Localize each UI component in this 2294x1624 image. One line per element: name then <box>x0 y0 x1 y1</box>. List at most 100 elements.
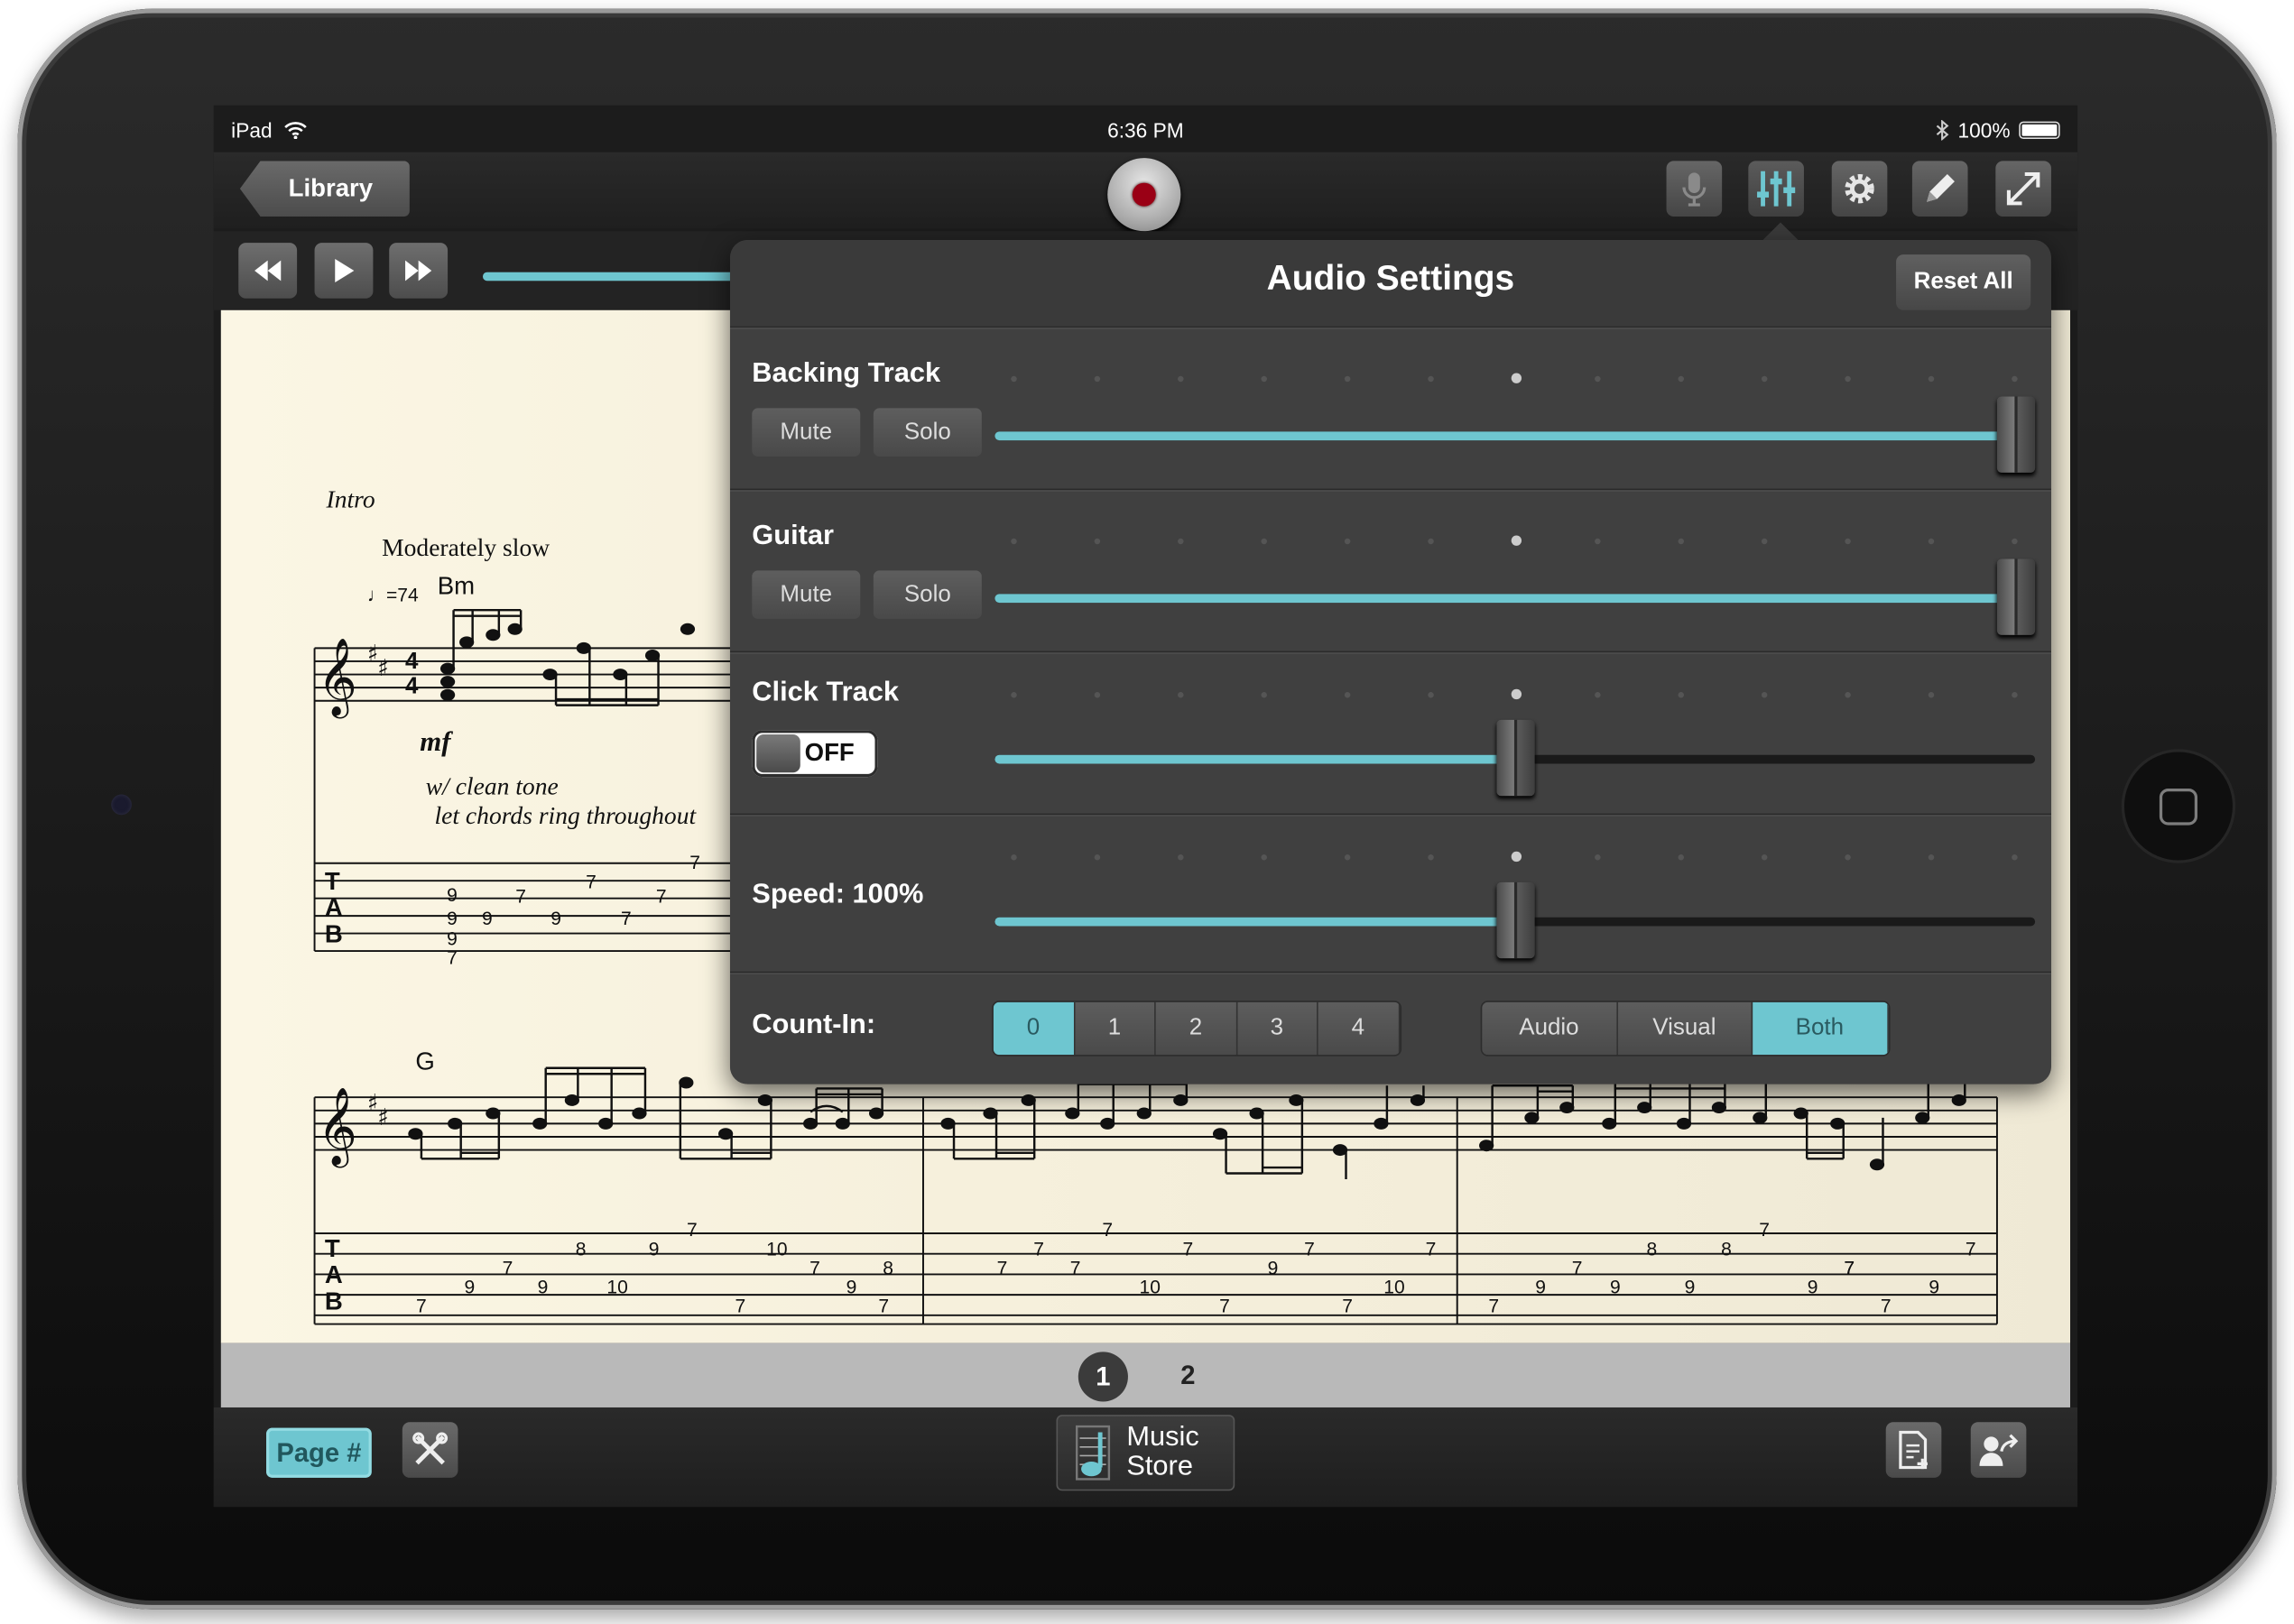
tab-number: 9 <box>465 1277 476 1297</box>
svg-text:𝄞: 𝄞 <box>318 1086 357 1168</box>
level-tick-marks <box>1011 688 2023 701</box>
tab-number: 7 <box>1342 1296 1353 1317</box>
settings-button[interactable] <box>1831 161 1888 217</box>
count-in-mode-selector: Audio Visual Both <box>1482 1001 1889 1056</box>
speed-row: Speed: 100% <box>729 815 2051 973</box>
tab-letter: B <box>325 919 343 947</box>
tab-number: 7 <box>809 1258 820 1278</box>
tab-number: 9 <box>1268 1258 1279 1278</box>
count-in-mode-option-audio[interactable]: Audio <box>1482 1001 1618 1056</box>
page-2-button[interactable]: 2 <box>1180 1361 1195 1391</box>
audio-settings-panel: Audio Settings Reset All Backing Track M… <box>729 239 2051 1084</box>
slider-thumb[interactable] <box>1495 719 1534 797</box>
guitar-solo-button[interactable]: Solo <box>873 570 982 619</box>
tick-dot <box>1928 538 1935 545</box>
backing-solo-button[interactable]: Solo <box>873 408 982 457</box>
count-in-mode-option-visual[interactable]: Visual <box>1617 1001 1753 1056</box>
tick-dot <box>1094 692 1101 698</box>
gear-icon <box>1845 173 1874 204</box>
click-track-toggle[interactable]: OFF <box>752 730 878 778</box>
screen: iPad 6:36 PM 100% Library Intro Moderate… <box>213 105 2078 1508</box>
tick-dot <box>1178 692 1184 698</box>
tick-dot <box>1511 851 1522 863</box>
count-in-option-2[interactable]: 2 <box>1155 1001 1237 1056</box>
tab-number: 7 <box>1488 1296 1499 1317</box>
tab-number: 8 <box>883 1258 893 1278</box>
count-in-option-0[interactable]: 0 <box>993 1001 1075 1056</box>
tab-number: 7 <box>878 1296 889 1317</box>
page-number-button[interactable]: Page # <box>266 1427 372 1478</box>
tab-number: 7 <box>1183 1239 1194 1260</box>
library-button[interactable]: Library <box>239 161 410 217</box>
svg-text:𝄞: 𝄞 <box>318 637 357 719</box>
microphone-icon <box>1682 172 1707 207</box>
tab-number: 10 <box>1140 1277 1161 1297</box>
tick-dot <box>1761 692 1768 698</box>
store-line2: Store <box>1126 1451 1193 1482</box>
tick-dot <box>1845 692 1851 698</box>
slider-thumb[interactable] <box>1495 881 1534 959</box>
fullscreen-button[interactable] <box>1995 161 2051 217</box>
tick-dot <box>1011 854 1017 861</box>
page-1-button[interactable]: 1 <box>1078 1352 1128 1402</box>
edit-button[interactable] <box>1911 161 1968 217</box>
tab-number: 8 <box>1646 1239 1657 1260</box>
guitar-volume-slider[interactable] <box>994 558 2036 635</box>
click-track-row: Click Track OFF <box>729 652 2051 816</box>
count-in-option-1[interactable]: 1 <box>1074 1001 1156 1056</box>
tab-number: 7 <box>1102 1220 1113 1241</box>
count-in-option-4[interactable]: 4 <box>1318 1001 1400 1056</box>
microphone-button[interactable] <box>1666 161 1723 217</box>
play-button[interactable] <box>314 243 374 299</box>
tick-dot <box>2012 692 2018 698</box>
tick-dot <box>1261 692 1267 698</box>
tab-number: 7 <box>1033 1239 1044 1260</box>
backing-mute-button[interactable]: Mute <box>752 408 861 457</box>
tick-dot <box>1428 538 1434 545</box>
speed-slider[interactable] <box>994 881 2036 959</box>
battery-percent: 100% <box>1957 118 2011 143</box>
backing-volume-slider[interactable] <box>994 396 2036 473</box>
tick-dot <box>2012 375 2018 383</box>
count-in-mode-option-both[interactable]: Both <box>1753 1001 1889 1056</box>
tab-number: 7 <box>586 872 597 892</box>
rewind-button[interactable] <box>238 243 298 299</box>
tick-dot <box>2012 538 2018 545</box>
count-in-row: Count-In: 01234 Audio Visual Both <box>729 973 2051 1084</box>
tab-letter: B <box>325 1287 343 1315</box>
tick-dot <box>1928 692 1935 698</box>
count-in-selector: 01234 <box>993 1001 1400 1056</box>
music-store-button[interactable]: Music Store <box>1056 1415 1235 1491</box>
record-button[interactable] <box>1107 158 1181 232</box>
slider-thumb[interactable] <box>1996 558 2036 635</box>
rewind-icon <box>254 260 282 281</box>
home-button[interactable] <box>2123 752 2233 861</box>
tab-number: 7 <box>735 1296 745 1317</box>
add-page-button[interactable] <box>1885 1422 1942 1478</box>
tick-dot <box>1845 538 1851 545</box>
tab-letter: T <box>325 867 340 895</box>
tick-dot <box>1428 375 1434 383</box>
pencil-icon <box>1927 173 1955 202</box>
tick-dot <box>1928 854 1935 861</box>
count-in-option-3[interactable]: 3 <box>1236 1001 1318 1056</box>
tick-dot <box>1261 538 1267 545</box>
tick-dot <box>1761 375 1768 383</box>
click-volume-slider[interactable] <box>994 719 2036 797</box>
tick-dot <box>1678 692 1685 698</box>
level-tick-marks <box>1011 535 2023 548</box>
reset-all-button[interactable]: Reset All <box>1896 254 2031 310</box>
fast-forward-button[interactable] <box>389 243 449 299</box>
tick-dot <box>1678 854 1685 861</box>
guitar-mute-button[interactable]: Mute <box>752 570 861 619</box>
share-button[interactable] <box>1970 1422 2027 1478</box>
battery-icon <box>2019 121 2060 140</box>
status-right: 100% <box>1936 118 2060 143</box>
document-add-icon <box>1899 1430 1928 1470</box>
tools-button[interactable] <box>402 1422 458 1478</box>
tab-number: 9 <box>447 885 458 906</box>
slider-thumb[interactable] <box>1996 396 2036 473</box>
tab-number: 9 <box>538 1277 549 1297</box>
mixer-button[interactable] <box>1748 161 1804 217</box>
front-camera <box>111 794 132 816</box>
